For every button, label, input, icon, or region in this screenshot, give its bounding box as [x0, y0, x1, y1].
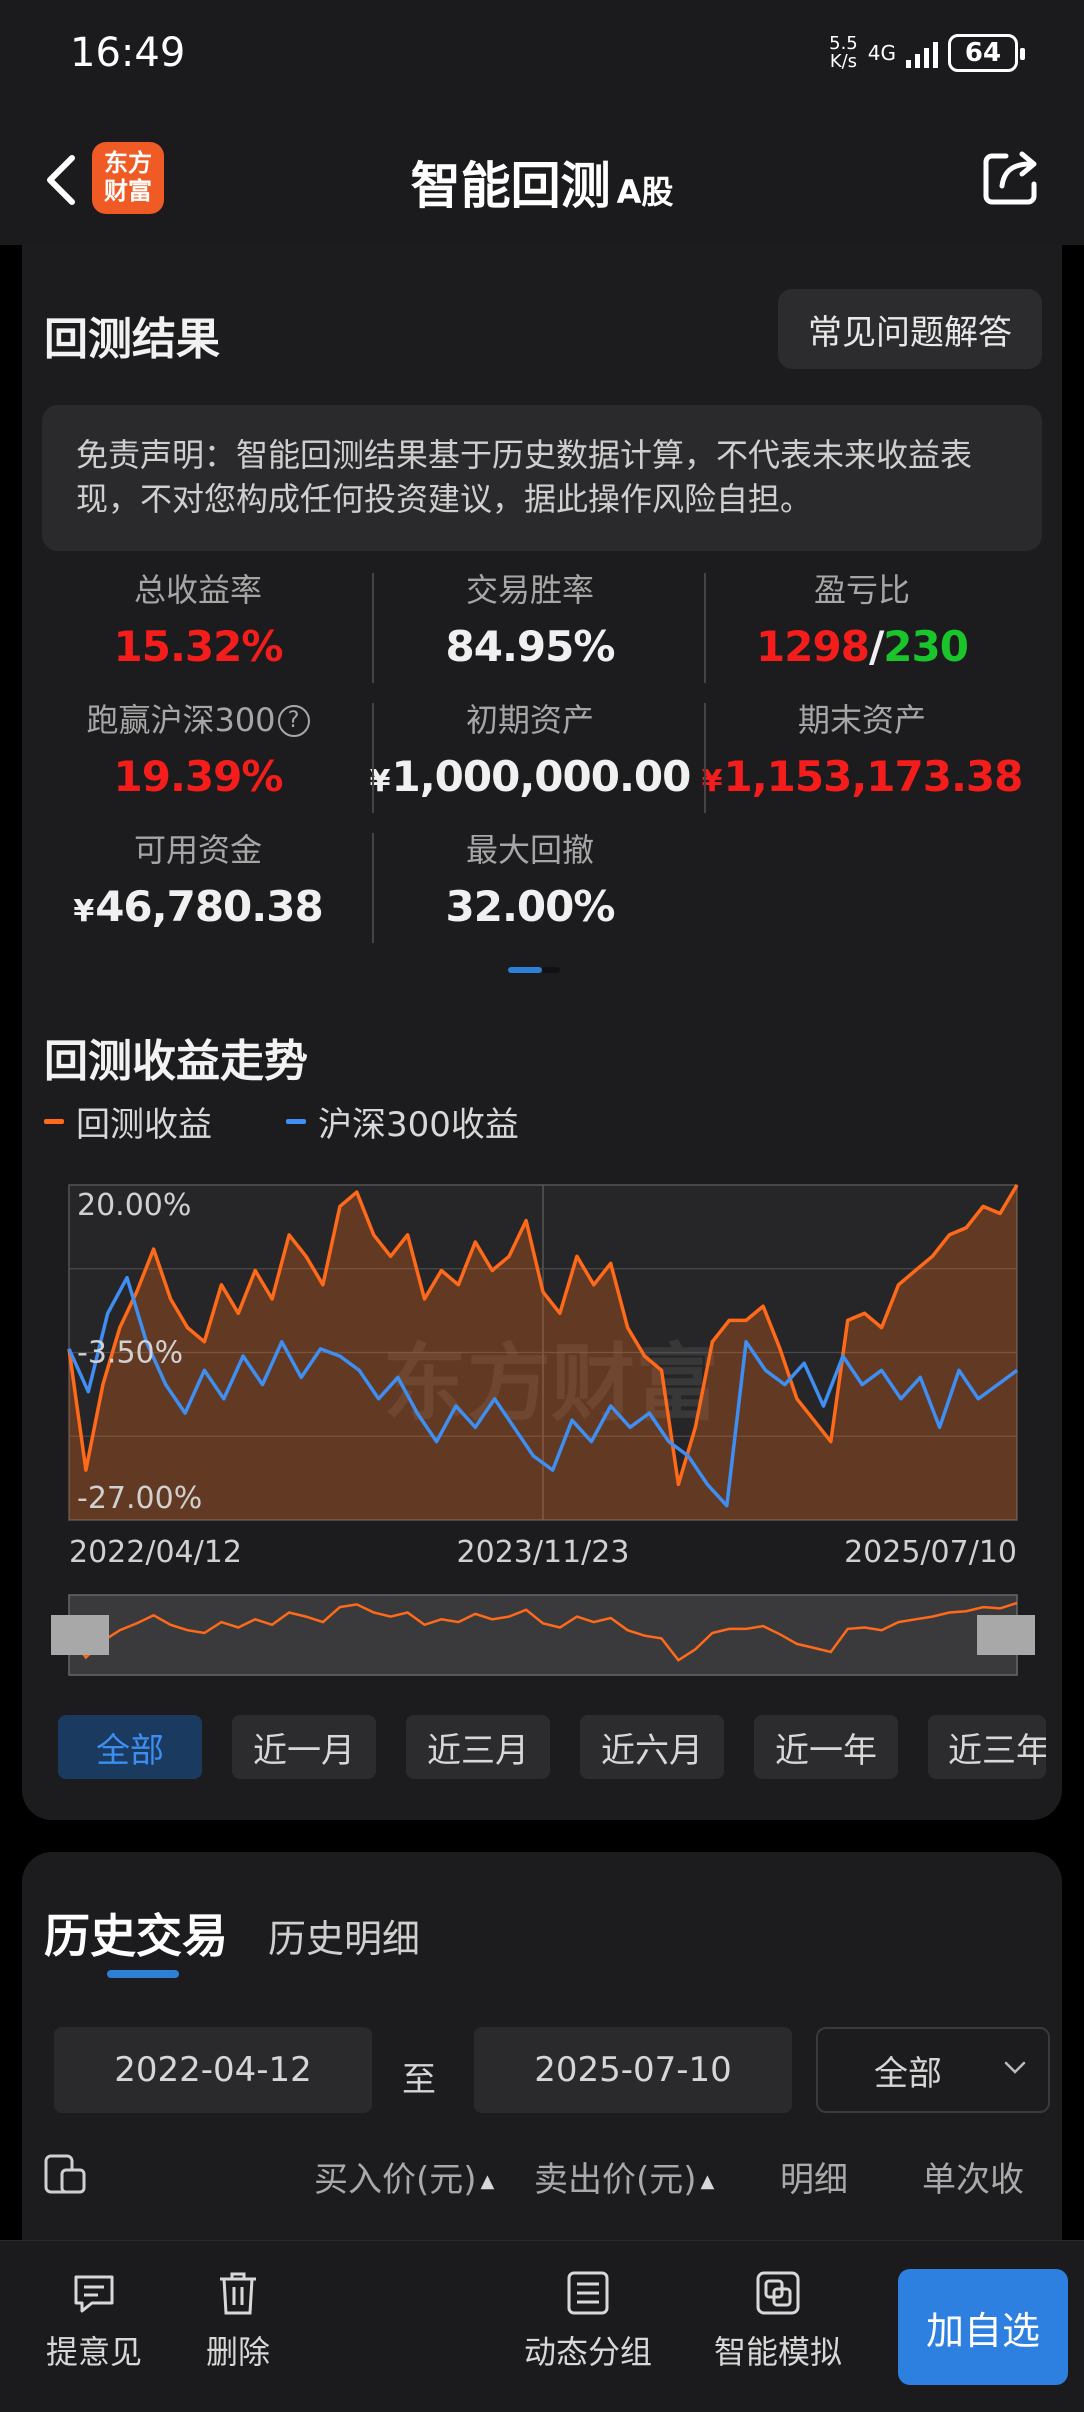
- signal-icon: [906, 38, 938, 68]
- stat-win-rate: 交易胜率 84.95%: [445, 571, 616, 671]
- start-date-field[interactable]: 2022-04-12: [54, 2027, 372, 2113]
- legend-backtest: 回测收益: [44, 1097, 212, 1146]
- table-layout-icon[interactable]: [42, 2152, 90, 2196]
- stat-profit-loss-ratio: 盈亏比 1298/230: [756, 571, 969, 671]
- add-to-watchlist-button[interactable]: 加自选: [898, 2269, 1068, 2385]
- disclaimer-text: 免责声明：智能回测结果基于历史数据计算，不代表未来收益表现，不对您构成任何投资建…: [42, 405, 1042, 551]
- tab-history-trades[interactable]: 历史交易: [44, 1900, 228, 1966]
- delete-button[interactable]: 删除: [190, 2269, 286, 2373]
- range-tabs: 全部 近一月 近三月 近六月 近一年 近三年: [58, 1715, 1046, 1779]
- feedback-button[interactable]: 提意见: [40, 2269, 148, 2373]
- share-icon[interactable]: [980, 146, 1044, 210]
- tab-1m[interactable]: 近一月: [232, 1715, 376, 1779]
- stat-divider: [372, 703, 374, 813]
- x-tick-label: 2022/04/12: [69, 1535, 242, 1570]
- status-time: 16:49: [70, 30, 186, 76]
- chevron-down-icon: [1004, 2061, 1026, 2074]
- bottom-action-bar: 提意见 删除 动态分组 智能模拟 加自选: [0, 2240, 1084, 2412]
- status-icons: 5.5 K/s 4G 64: [829, 33, 1025, 72]
- stat-final-assets: 期末资产 ¥1,153,173.38: [701, 701, 1024, 801]
- nav-bar: 东方 财富 智能回测 A股: [0, 120, 1084, 245]
- stat-divider: [704, 573, 706, 683]
- col-single-return: 单次收: [922, 2160, 1024, 2200]
- trade-filter-select[interactable]: 全部: [816, 2027, 1050, 2113]
- stat-divider: [372, 573, 374, 683]
- x-tick-label: 2023/11/23: [457, 1535, 630, 1570]
- stat-available-funds: 可用资金 ¥46,780.38: [73, 831, 323, 931]
- y-tick-label: 20.00%: [77, 1188, 191, 1223]
- return-trend-chart[interactable]: 东方财富 20.00% -3.50% -27.00% 2022/04/12 2023/11…: [22, 1175, 1062, 1775]
- tab-3y[interactable]: 近三年: [928, 1715, 1046, 1779]
- trend-section-title: 回测收益走势: [44, 1036, 308, 1087]
- range-navigator: [68, 1594, 1018, 1676]
- page-title: 智能回测 A股: [410, 157, 674, 215]
- tab-3m[interactable]: 近三月: [406, 1715, 550, 1779]
- navigator-handle-right[interactable]: [977, 1615, 1035, 1655]
- status-bar: 16:49 5.5 K/s 4G 64: [0, 0, 1084, 120]
- date-range-separator: 至: [402, 2060, 436, 2100]
- chart-legend: 回测收益 沪深300收益: [44, 1097, 519, 1146]
- y-tick-label: -27.00%: [77, 1481, 202, 1516]
- x-tick-label: 2025/07/10: [844, 1535, 1017, 1570]
- question-circle-icon[interactable]: ?: [277, 705, 310, 737]
- list-icon: [567, 2271, 609, 2315]
- network-speed: 5.5 K/s: [829, 33, 858, 72]
- dynamic-group-button[interactable]: 动态分组: [516, 2269, 660, 2373]
- y-tick-label: -3.50%: [77, 1336, 183, 1371]
- faq-button[interactable]: 常见问题解答: [778, 289, 1042, 369]
- stat-divider: [704, 703, 706, 813]
- battery-icon: 64: [948, 34, 1025, 72]
- stat-initial-assets: 初期资产 ¥1,000,000.00: [369, 701, 692, 801]
- col-buy-price[interactable]: 买入价(元) ▲: [314, 2152, 494, 2201]
- col-detail: 明细: [780, 2160, 848, 2200]
- simulate-icon: [756, 2271, 800, 2315]
- stat-beat-hs300: 跑赢沪深300? 19.39%: [32, 695, 364, 809]
- stat-total-return: 总收益率 15.32%: [113, 571, 284, 671]
- tab-6m[interactable]: 近六月: [580, 1715, 724, 1779]
- legend-hs300: 沪深300收益: [286, 1097, 519, 1146]
- stat-max-drawdown: 最大回撤 32.00%: [445, 831, 616, 931]
- network-type: 4G: [867, 41, 896, 65]
- tab-underline: [107, 1970, 179, 1978]
- chart-svg[interactable]: 东方财富20.00%-3.50%-27.00%2022/04/12 2023/11…: [22, 1175, 1062, 1775]
- stat-divider: [372, 833, 374, 943]
- comment-icon: [74, 2275, 114, 2313]
- trash-icon: [220, 2272, 256, 2315]
- tab-all[interactable]: 全部: [58, 1715, 202, 1779]
- tab-history-details[interactable]: 历史明细: [268, 1908, 420, 1963]
- end-date-field[interactable]: 2025-07-10: [474, 2027, 792, 2113]
- market-label: A股: [616, 173, 674, 211]
- col-sell-price[interactable]: 卖出价(元) ▲: [534, 2152, 714, 2201]
- navigator-handle-left[interactable]: [51, 1615, 109, 1655]
- pager-indicator: [508, 967, 560, 973]
- backtest-result-card: 回测结果 常见问题解答 免责声明：智能回测结果基于历史数据计算，不代表未来收益表…: [22, 245, 1062, 1820]
- smart-simulate-button[interactable]: 智能模拟: [706, 2269, 850, 2373]
- result-section-title: 回测结果: [44, 314, 220, 365]
- tab-1y[interactable]: 近一年: [754, 1715, 898, 1779]
